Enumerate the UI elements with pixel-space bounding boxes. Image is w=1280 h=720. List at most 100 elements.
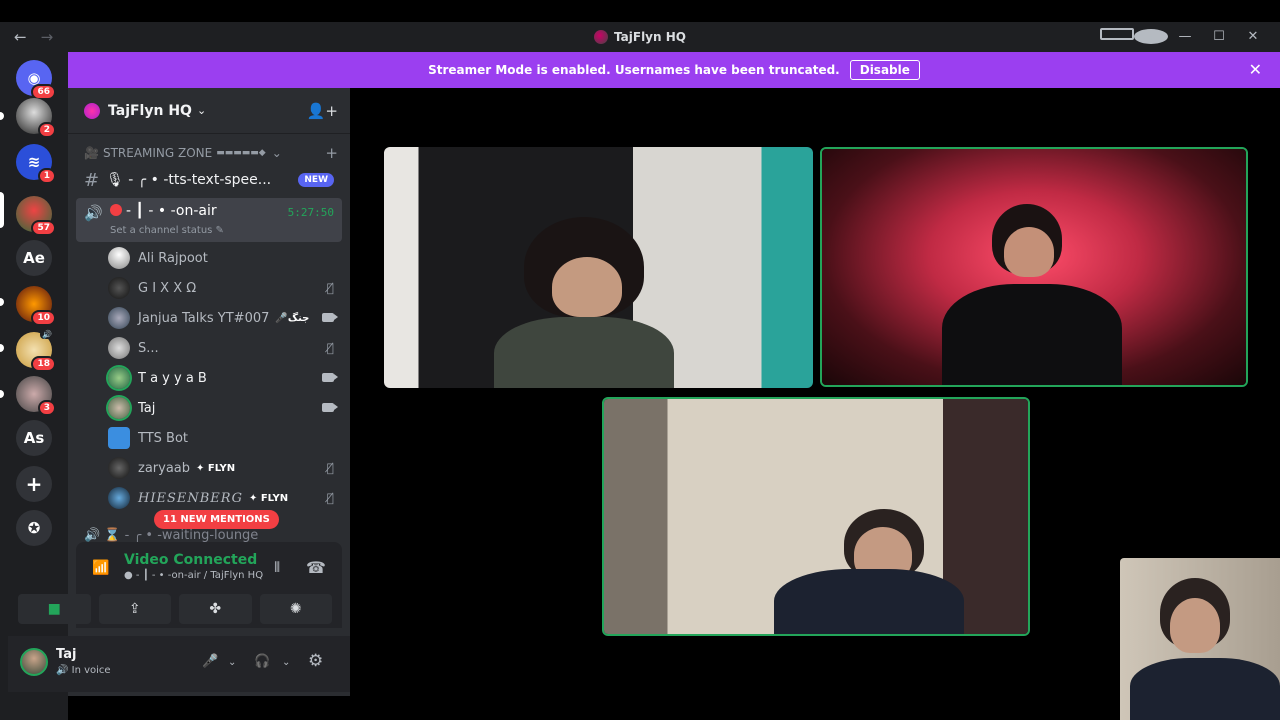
category-header[interactable]: 🎥 STREAMING ZONE ▬▬▬▬▬◆ ⌄ +: [84, 144, 338, 162]
member-tag: 🎤جنگ: [275, 312, 310, 324]
notification-badge: 10: [31, 310, 56, 326]
category-icon: 🎥: [84, 146, 99, 160]
close-window-button[interactable]: ✕: [1236, 29, 1270, 44]
deafened-mic-icon: 🎙̸: [326, 491, 334, 505]
compass-icon: ✪: [27, 519, 41, 537]
chevron-down-icon[interactable]: ⌄: [228, 657, 236, 668]
speaker-icon: 🔊: [40, 330, 54, 339]
unread-pill: [0, 344, 4, 352]
avatar: [108, 487, 130, 509]
new-mentions-pill[interactable]: 11 NEW MENTIONS: [154, 510, 279, 529]
voice-member[interactable]: zaryaab ✦ FLYN 🎙̸: [108, 455, 342, 481]
help-icon[interactable]: ?: [1134, 28, 1168, 44]
member-name: HIESENBERG: [138, 490, 243, 506]
server-initials: As: [23, 429, 45, 447]
home-button[interactable]: ◉ 66: [16, 60, 56, 100]
participant-face: [1170, 598, 1220, 653]
add-server-button[interactable]: +: [16, 466, 52, 502]
server-icon-8[interactable]: 3: [16, 376, 56, 416]
voice-member[interactable]: TTS Bot: [108, 425, 342, 451]
signal-icon[interactable]: 📶: [92, 560, 109, 576]
chevron-down-icon[interactable]: ⌄: [282, 657, 290, 668]
voice-member[interactable]: T a y y a B: [108, 365, 342, 391]
server-icon-7[interactable]: 🔊 18: [16, 330, 56, 372]
voice-member[interactable]: Janjua Talks YT#007 🎤جنگ: [108, 305, 342, 331]
streamer-mode-banner: Streamer Mode is enabled. Usernames have…: [68, 52, 1280, 88]
voice-member[interactable]: Ali Rajpoot: [108, 245, 342, 271]
voice-channel-on-air[interactable]: 🔊 - ┃ - • -on-air 5:27:50 Set a channel …: [76, 198, 342, 242]
headset-icon[interactable]: 🎧: [254, 654, 270, 669]
category-name: STREAMING ZONE: [102, 146, 213, 160]
participant-body: [1130, 658, 1280, 720]
channel-name: 🎙 - ╭ • -tts-text-spee...: [106, 172, 272, 188]
share-screen-button[interactable]: ⇪: [98, 594, 171, 624]
voice-timer: 5:27:50: [287, 206, 334, 219]
video-tile-3[interactable]: [602, 397, 1030, 636]
server-icon-4[interactable]: 57: [16, 196, 56, 236]
participant-face: [552, 257, 622, 317]
member-name: G I X X Ω: [138, 280, 197, 296]
server-icon-2[interactable]: 2: [16, 98, 56, 138]
inbox-icon[interactable]: [1100, 28, 1134, 44]
window-controls: ? — ☐ ✕: [1100, 28, 1270, 44]
avatar: [108, 397, 130, 419]
settings-gear-icon[interactable]: ⚙: [308, 651, 323, 671]
soundboard-icon[interactable]: ⦀: [274, 560, 280, 576]
server-icon: [594, 30, 609, 44]
user-status: 🔊 In voice: [56, 665, 111, 676]
server-header[interactable]: TajFlyn HQ ⌄ 👤+: [68, 88, 350, 134]
set-channel-status[interactable]: Set a channel status ✎: [110, 225, 224, 236]
username[interactable]: Taj: [56, 647, 76, 662]
new-badge: NEW: [298, 173, 334, 187]
self-preview[interactable]: [1120, 558, 1280, 720]
speaker-icon: 🔊: [84, 204, 103, 222]
voice-member[interactable]: Taj: [108, 395, 342, 421]
server-initials: Ae: [23, 249, 45, 267]
invite-people-icon[interactable]: 👤+: [307, 102, 338, 120]
notification-badge: 57: [31, 220, 56, 236]
video-tile-2[interactable]: [820, 147, 1248, 387]
live-dot-icon: [110, 204, 122, 216]
discover-button[interactable]: ✪: [16, 510, 52, 546]
notification-badge: 3: [37, 400, 56, 416]
create-channel-icon[interactable]: +: [325, 144, 338, 162]
activities-button[interactable]: ✤: [179, 594, 252, 624]
camera-icon: [322, 401, 338, 415]
server-icon-6[interactable]: 10: [16, 286, 56, 326]
user-panel: Taj 🔊 In voice 🎤 ⌄ 🎧 ⌄ ⚙: [8, 636, 350, 692]
camera-button[interactable]: ■: [18, 594, 91, 624]
voice-member[interactable]: S... 🎙̸: [108, 335, 342, 361]
voice-location[interactable]: ● - ┃ - • -on-air / TajFlyn HQ: [124, 570, 263, 581]
server-icon-ae[interactable]: Ae: [16, 240, 52, 276]
member-name: zaryaab: [138, 460, 191, 476]
chevron-down-icon: ⌄: [271, 146, 282, 160]
soundboard-button[interactable]: ✺: [259, 594, 332, 624]
microphone-icon[interactable]: 🎤: [202, 654, 218, 669]
video-connected-status[interactable]: Video Connected: [124, 552, 257, 568]
deafened-mic-icon: 🎙̸: [326, 281, 334, 295]
minimize-button[interactable]: —: [1168, 29, 1202, 44]
notification-badge: 18: [31, 356, 56, 372]
member-tag: ✦ FLYN: [196, 462, 236, 474]
text-channel-tts[interactable]: # 🎙 - ╭ • -tts-text-spee... NEW: [76, 166, 342, 194]
member-name: T a y y a B: [138, 370, 207, 386]
close-icon[interactable]: ✕: [1249, 60, 1262, 79]
video-tile-1[interactable]: [384, 147, 813, 388]
maximize-button[interactable]: ☐: [1202, 29, 1236, 44]
participant-body: [774, 569, 964, 634]
voice-channel-waiting-lounge[interactable]: 🔊 ⌛ - ╭ • -waiting-lounge: [84, 528, 258, 543]
notification-badge: 1: [37, 168, 56, 184]
member-name: Janjua Talks YT#007: [138, 310, 270, 326]
voice-member[interactable]: HIESENBERG ✦ FLYN 🎙̸: [108, 485, 342, 511]
participant-body: [942, 284, 1122, 385]
plus-icon: +: [25, 472, 43, 496]
video-stage: [350, 88, 1280, 720]
selected-pill: [0, 192, 4, 228]
disconnect-icon[interactable]: ☎: [306, 558, 326, 577]
server-icon-as[interactable]: As: [16, 420, 52, 456]
server-icon-3[interactable]: ≋ 1: [16, 144, 56, 184]
user-avatar[interactable]: [20, 648, 48, 676]
disable-streamer-mode-button[interactable]: Disable: [849, 60, 920, 80]
rtc-action-buttons: ■ ⇪ ✤ ✺: [18, 594, 332, 624]
voice-member[interactable]: G I X X Ω 🎙̸: [108, 275, 342, 301]
